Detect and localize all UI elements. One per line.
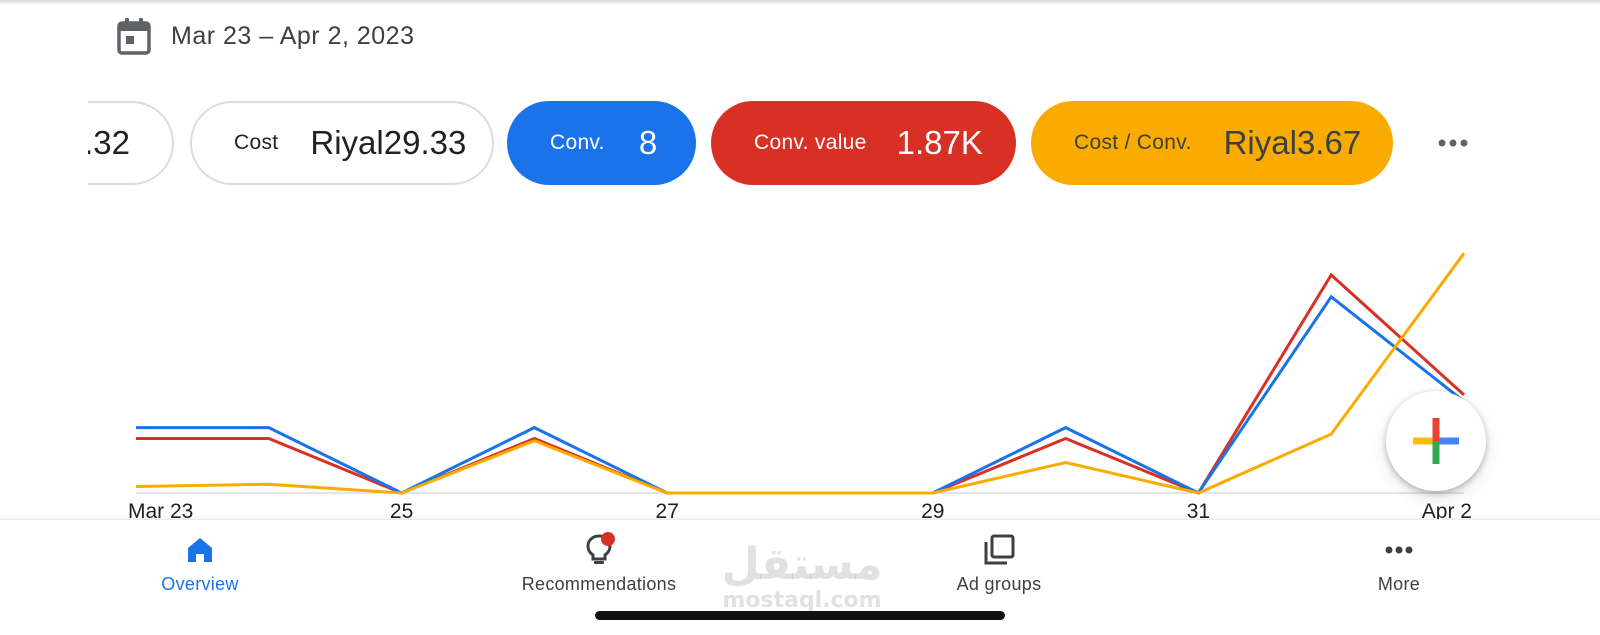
home-indicator (595, 611, 1005, 620)
nav-label: More (1377, 574, 1421, 594)
nav-item-overview[interactable]: Overview (90, 532, 310, 595)
nav-item-ad-groups[interactable]: Ad groups (889, 532, 1109, 595)
series-line-cost-per-conv (135, 252, 1466, 495)
ad-groups-icon (981, 532, 1017, 568)
watermark-latin: mostaql.com (722, 588, 882, 613)
chart-series (135, 252, 1466, 495)
nav-item-recommendations[interactable]: Recommendations (489, 532, 709, 595)
watermark-arabic: مستقل (721, 539, 883, 590)
nav-label: Ad groups (956, 574, 1042, 594)
lightbulb-icon (581, 532, 617, 568)
add-fab-button[interactable] (1386, 391, 1486, 491)
more-horizontal-icon (1381, 532, 1417, 568)
notification-badge (601, 532, 615, 546)
nav-label: Recommendations (521, 574, 677, 594)
watermark: مستقل mostaql.com (712, 540, 892, 612)
nav-label: Overview (161, 574, 239, 594)
add-icon (1413, 418, 1459, 464)
nav-item-more[interactable]: More (1289, 532, 1509, 595)
home-icon (182, 532, 218, 568)
